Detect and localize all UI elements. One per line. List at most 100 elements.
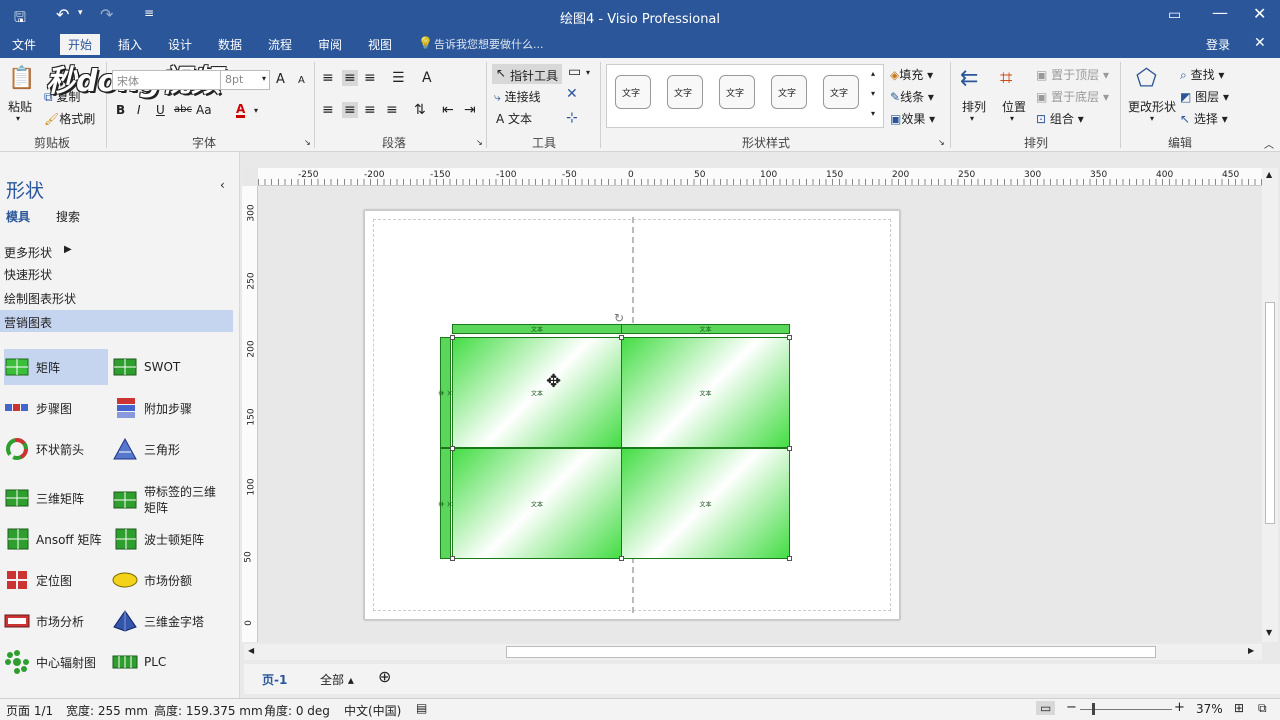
scroll-down-icon[interactable]: ▼: [1266, 628, 1272, 637]
pointer-tool-button[interactable]: ↖ 指针工具: [492, 64, 562, 84]
more-shapes-link[interactable]: 更多形状: [4, 244, 52, 261]
tab-insert[interactable]: 插入: [118, 36, 142, 53]
quick-shapes-link[interactable]: 快速形状: [4, 266, 52, 283]
paste-dropdown-icon[interactable]: ▾: [16, 114, 20, 123]
close-icon[interactable]: ✕: [1253, 4, 1266, 23]
text-direction-icon[interactable]: A: [422, 70, 432, 86]
rectangle-tool-icon[interactable]: ▭: [568, 64, 581, 80]
close-ribbon-icon[interactable]: ✕: [1254, 35, 1266, 51]
font-dialog-icon[interactable]: ↘: [304, 138, 311, 147]
shape-item-3d-matrix[interactable]: 三维矩阵: [4, 480, 108, 516]
page-tab-1[interactable]: 页-1: [262, 671, 287, 688]
bring-to-front-button[interactable]: ▣ 置于顶层 ▾: [1036, 66, 1109, 83]
shape-item-labeled-3d-matrix[interactable]: 带标签的三维矩阵: [112, 480, 232, 520]
collapse-ribbon-icon[interactable]: ︿: [1264, 136, 1274, 151]
add-page-icon[interactable]: ⊕: [378, 667, 391, 686]
style-swatch-1[interactable]: 文字: [615, 75, 651, 109]
status-page[interactable]: 页面 1/1: [6, 702, 53, 719]
shape-style-gallery[interactable]: 文字 文字 文字 文字 文字 ▴ ▾ ▾: [606, 64, 884, 128]
shape-item-ansoff[interactable]: Ansoff 矩阵: [4, 521, 108, 557]
group-button[interactable]: ⊡ 组合 ▾: [1036, 110, 1084, 127]
delete-connector-icon[interactable]: ✕: [566, 86, 578, 102]
scroll-left-icon[interactable]: ◀: [248, 646, 254, 655]
shape-item-positioning[interactable]: 定位图: [4, 562, 108, 598]
tab-view[interactable]: 视图: [368, 36, 392, 53]
shape-item-boston-matrix[interactable]: 波士顿矩阵: [112, 521, 232, 557]
vertical-scrollbar[interactable]: ▲ ▼: [1262, 168, 1278, 642]
align-top-icon[interactable]: ≡: [322, 70, 334, 86]
paste-icon[interactable]: 📋: [8, 66, 35, 91]
tab-home[interactable]: 开始: [60, 34, 101, 55]
selection-handle-bl[interactable]: [450, 556, 455, 561]
shape-item-market-share[interactable]: 市场份额: [112, 562, 232, 598]
zoom-out-icon[interactable]: −: [1066, 700, 1077, 715]
grow-font-button[interactable]: A: [276, 72, 285, 87]
selection-handle-br[interactable]: [787, 556, 792, 561]
minimize-icon[interactable]: —: [1212, 3, 1228, 22]
zoom-in-icon[interactable]: +: [1174, 700, 1185, 715]
collapse-panel-icon[interactable]: ‹: [220, 178, 225, 192]
fill-button[interactable]: ◈填充 ▾: [890, 66, 933, 83]
tab-search[interactable]: 搜索: [56, 208, 80, 225]
change-shape-button[interactable]: 更改形状: [1128, 98, 1176, 115]
style-swatch-3[interactable]: 文字: [719, 75, 755, 109]
scroll-up-icon[interactable]: ▲: [1266, 170, 1272, 179]
login-link[interactable]: 登录: [1206, 36, 1230, 53]
effects-button[interactable]: ▣效果 ▾: [890, 110, 935, 127]
arrange-dropdown-icon[interactable]: ▾: [970, 114, 974, 123]
tell-me-box[interactable]: 告诉我您想要做什么...: [434, 36, 544, 52]
switch-windows-icon[interactable]: ⧉: [1258, 701, 1267, 716]
spacing-icon[interactable]: ⇅: [414, 102, 426, 118]
shape-item-market-analysis[interactable]: 市场分析: [4, 603, 108, 639]
shape-item-3d-pyramid[interactable]: 三维金字塔: [112, 603, 232, 639]
align-right-icon[interactable]: ≡: [364, 102, 376, 118]
italic-button[interactable]: I: [137, 103, 141, 117]
presentation-mode-icon[interactable]: ▭: [1036, 701, 1056, 715]
matrix-cell-2[interactable]: 文本: [621, 337, 790, 448]
position-dropdown-icon[interactable]: ▾: [1010, 114, 1014, 123]
text-tool-button[interactable]: A 文本: [496, 110, 532, 127]
style-swatch-5[interactable]: 文字: [823, 75, 859, 109]
arrange-icon[interactable]: ⇇: [960, 66, 978, 91]
find-button[interactable]: ⌕ 查找 ▾: [1180, 66, 1224, 83]
strikethrough-button[interactable]: abc: [174, 104, 192, 115]
justify-icon[interactable]: ≡: [386, 102, 398, 118]
font-color-dropdown-icon[interactable]: ▾: [254, 106, 258, 115]
stencil-marketing-charts[interactable]: 营销图表: [0, 310, 233, 332]
tab-stencils[interactable]: 模具: [6, 208, 30, 225]
selection-handle-mr[interactable]: [787, 446, 792, 451]
zoom-level[interactable]: 37%: [1196, 702, 1223, 716]
font-color-button[interactable]: A: [236, 103, 246, 118]
align-bottom-icon[interactable]: ≡: [364, 70, 376, 86]
column-header-2[interactable]: 文本: [621, 324, 790, 334]
rotation-handle-icon[interactable]: ↻: [614, 311, 624, 325]
align-center-icon[interactable]: ≡: [342, 102, 358, 118]
font-size-dropdown-icon[interactable]: ▾: [262, 74, 266, 83]
layers-button[interactable]: ◩ 图层 ▾: [1180, 88, 1229, 105]
rectangle-tool-dropdown-icon[interactable]: ▾: [586, 68, 590, 77]
horizontal-scroll-thumb[interactable]: [506, 646, 1156, 658]
connector-tool-button[interactable]: ⤷ 连接线: [494, 88, 541, 105]
gallery-down-icon[interactable]: ▾: [871, 89, 875, 98]
change-shape-dropdown-icon[interactable]: ▾: [1150, 114, 1154, 123]
matrix-cell-1[interactable]: 文本: [452, 337, 622, 448]
tab-process[interactable]: 流程: [268, 36, 292, 53]
connection-point-icon[interactable]: ⊹: [566, 110, 578, 126]
format-painter-button[interactable]: 🖌格式刷: [44, 110, 95, 127]
arrange-button[interactable]: 排列: [962, 98, 986, 115]
style-swatch-2[interactable]: 文字: [667, 75, 703, 109]
align-left-icon[interactable]: ≡: [322, 102, 334, 118]
gallery-up-icon[interactable]: ▴: [871, 69, 875, 78]
select-button[interactable]: ↖ 选择 ▾: [1180, 110, 1228, 127]
change-shape-icon[interactable]: ⬠: [1136, 64, 1157, 92]
shape-item-triangle[interactable]: 三角形: [112, 431, 232, 467]
column-header-1[interactable]: 文本: [452, 324, 622, 334]
shape-item-additional-steps[interactable]: 附加步骤: [112, 390, 232, 426]
increase-indent-icon[interactable]: ⇥: [464, 102, 476, 118]
decrease-indent-icon[interactable]: ⇤: [442, 102, 454, 118]
all-pages-button[interactable]: 全部 ▴: [320, 671, 354, 688]
selection-handle-bm[interactable]: [619, 556, 624, 561]
shape-item-hub-spoke[interactable]: 中心辐射图: [4, 644, 108, 680]
matrix-cell-3[interactable]: 文本: [452, 448, 622, 559]
shape-item-plc[interactable]: PLC: [112, 644, 232, 680]
